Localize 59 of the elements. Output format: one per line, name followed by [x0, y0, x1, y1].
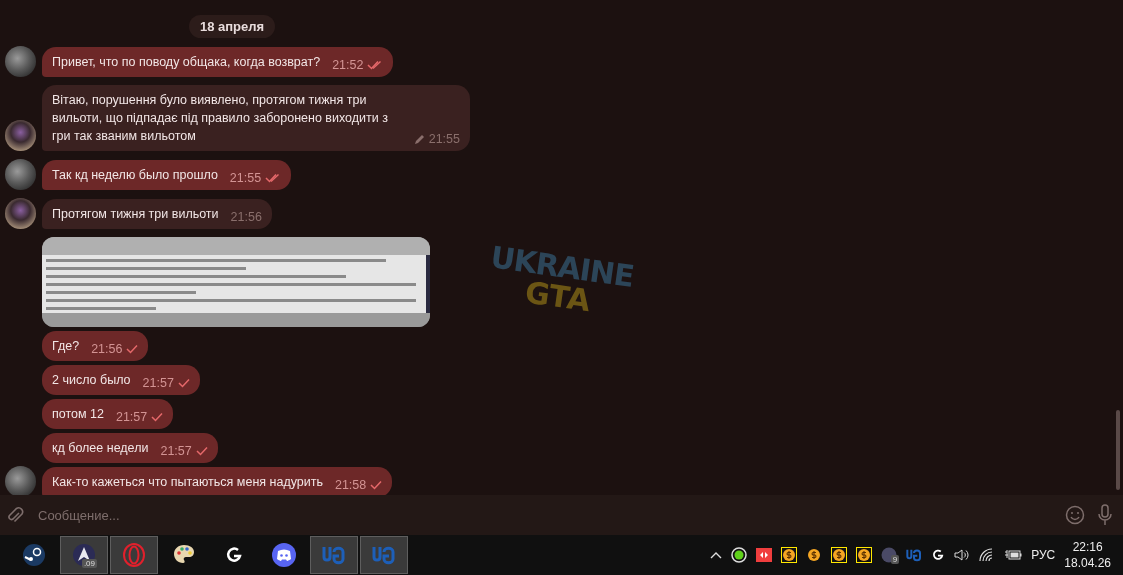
date-label: 18 апреля: [188, 15, 276, 38]
microphone-icon[interactable]: [1097, 504, 1113, 526]
check-icon: [370, 480, 383, 490]
message-time: 21:55: [229, 170, 262, 187]
user-avatar[interactable]: [5, 159, 36, 190]
opera-icon: [122, 543, 146, 567]
message-time: 21:57: [160, 443, 192, 460]
message-text: потом 12: [52, 406, 104, 423]
coin-icon[interactable]: [806, 547, 823, 563]
message-text: Привет, что по поводу общака, когда возврат?: [52, 54, 321, 71]
message-text: кд более недели: [52, 440, 149, 457]
message-time: 21:58: [334, 477, 367, 494]
message-text: Вітаю, порушення було виявлено, протягом тижня три вильоти, що підпадає під правило заборонено виходити з гри так званим вильотом: [52, 92, 389, 145]
language-indicator[interactable]: РУС: [1031, 548, 1056, 562]
check-icon: [195, 446, 208, 456]
double-check-icon: [367, 60, 384, 70]
battery-charging-icon[interactable]: [1004, 549, 1023, 561]
message-text: Так кд неделю было прошло: [52, 167, 218, 184]
message-time: 21:56: [91, 341, 123, 358]
ug-logo-icon: [322, 544, 346, 566]
paperclip-icon[interactable]: [6, 505, 24, 525]
double-check-icon: [265, 173, 282, 183]
scrollbar-thumb[interactable]: [1116, 410, 1120, 490]
taskbar-app-button[interactable]: .09: [60, 536, 108, 574]
ug-logo-icon: [372, 544, 396, 566]
user-avatar[interactable]: [5, 46, 36, 77]
user-avatar[interactable]: [5, 466, 36, 495]
message-time: 21:57: [142, 375, 174, 392]
check-icon: [126, 344, 139, 354]
discord-icon: [271, 542, 297, 568]
chevron-up-icon[interactable]: [710, 551, 723, 559]
clock-date[interactable]: 18.04.26: [1064, 555, 1111, 571]
tray-badge: 9: [890, 555, 900, 564]
logi-icon[interactable]: [931, 548, 946, 562]
message-text: Протягом тижня три вильоти: [52, 206, 219, 223]
app-badge: .09: [81, 559, 97, 568]
message-input-field[interactable]: Сообщение...: [36, 500, 1053, 530]
message-time: 21:57: [115, 409, 148, 426]
coin-icon[interactable]: [831, 547, 848, 563]
message-text: 2 число было: [52, 372, 131, 389]
emoji-icon[interactable]: [1065, 505, 1085, 525]
coin-icon[interactable]: [781, 547, 798, 563]
user-avatar[interactable]: [5, 198, 36, 229]
status-indicator-icon[interactable]: [731, 547, 748, 563]
user-avatar[interactable]: [5, 120, 36, 151]
message-time: 21:56: [230, 209, 262, 226]
check-icon: [151, 412, 164, 422]
steam-icon: [22, 543, 46, 567]
logi-icon: [224, 545, 244, 565]
message-text: Как-то кажеться что пытаються меня надурить: [52, 474, 323, 491]
message-time: 21:52: [332, 57, 364, 74]
ug-logo-icon[interactable]: [906, 547, 923, 563]
volume-icon[interactable]: [954, 548, 971, 562]
message-text: Где?: [52, 338, 80, 355]
message-time: 21:55: [428, 131, 460, 148]
coin-icon[interactable]: [856, 547, 873, 563]
clock-time[interactable]: 22:16: [1072, 539, 1103, 555]
check-icon: [177, 378, 190, 388]
remote-app-icon[interactable]: [756, 548, 773, 562]
